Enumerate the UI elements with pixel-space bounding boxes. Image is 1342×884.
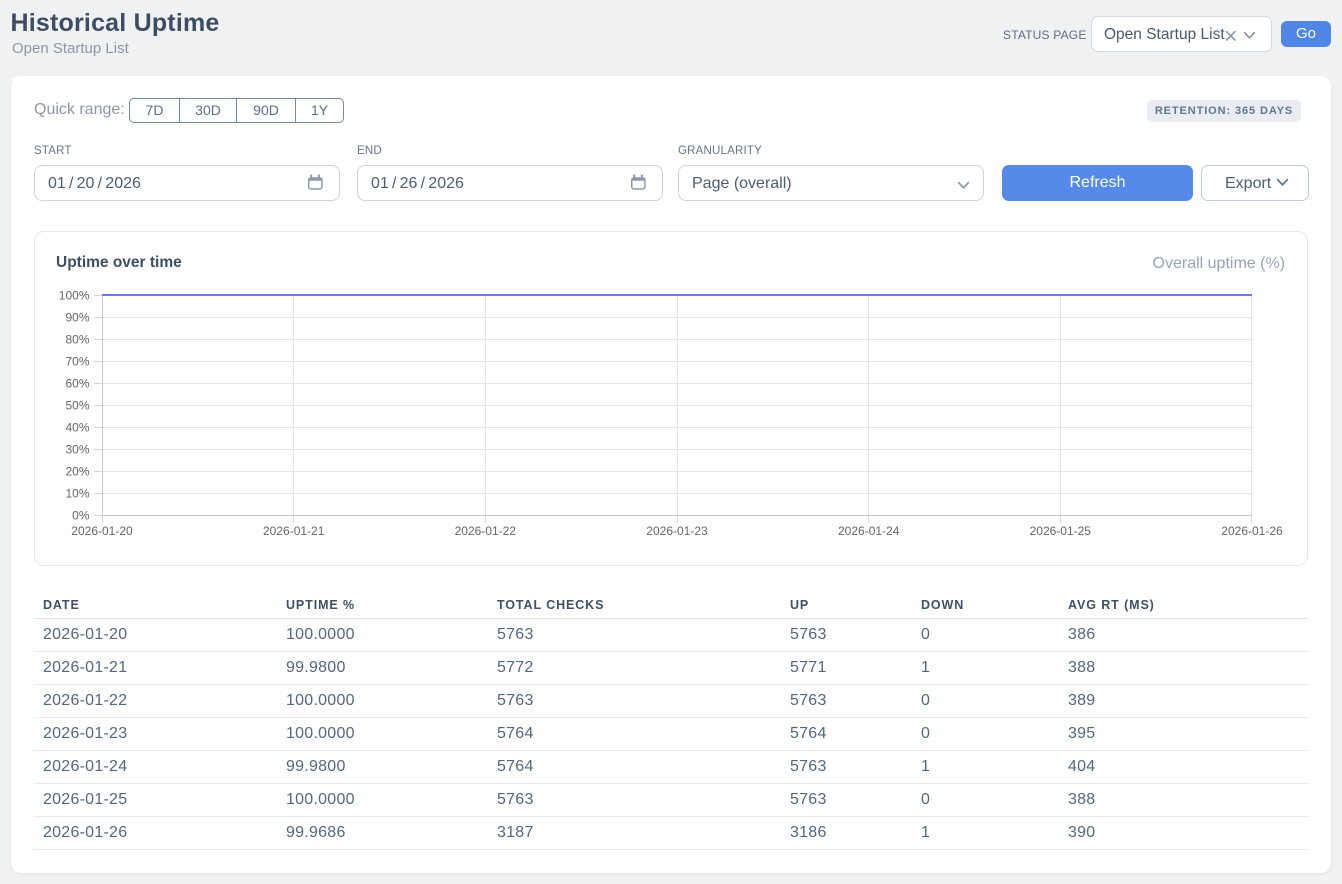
svg-text:40%: 40% bbox=[65, 421, 89, 435]
svg-text:2026-01-21: 2026-01-21 bbox=[263, 524, 325, 538]
svg-text:30%: 30% bbox=[65, 443, 89, 457]
svg-text:60%: 60% bbox=[65, 377, 89, 391]
svg-text:2026-01-26: 2026-01-26 bbox=[1221, 524, 1283, 538]
svg-text:80%: 80% bbox=[65, 333, 89, 347]
svg-text:10%: 10% bbox=[65, 487, 89, 501]
svg-text:70%: 70% bbox=[65, 355, 89, 369]
svg-text:50%: 50% bbox=[65, 399, 89, 413]
svg-text:2026-01-24: 2026-01-24 bbox=[838, 524, 900, 538]
svg-text:2026-01-22: 2026-01-22 bbox=[455, 524, 517, 538]
svg-text:2026-01-20: 2026-01-20 bbox=[71, 524, 133, 538]
svg-text:100%: 100% bbox=[59, 289, 90, 303]
svg-text:0%: 0% bbox=[72, 509, 90, 523]
svg-text:2026-01-25: 2026-01-25 bbox=[1030, 524, 1092, 538]
svg-text:2026-01-23: 2026-01-23 bbox=[646, 524, 708, 538]
svg-text:20%: 20% bbox=[65, 465, 89, 479]
svg-text:90%: 90% bbox=[65, 311, 89, 325]
